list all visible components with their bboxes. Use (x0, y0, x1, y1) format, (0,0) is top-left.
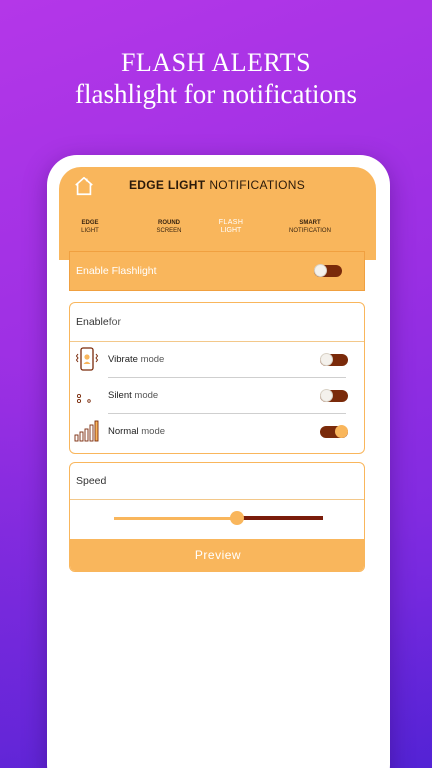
tab-flash-light[interactable]: FLASH LIGHT (216, 219, 246, 235)
vibrate-phone-icon (75, 347, 99, 371)
vibrate-mode-label: Vibrate mode (108, 354, 164, 365)
silent-mode-label: Silent mode (108, 390, 158, 401)
tab-flash-light-line2: LIGHT (220, 227, 242, 234)
app-header: EDGE LIGHT NOTIFICATIONS EDGE LIGHT ROUND… (59, 167, 376, 260)
volume-bars-icon (74, 420, 99, 442)
home-icon[interactable] (73, 175, 95, 197)
normal-mode-suffix: mode (138, 426, 166, 437)
enable-for-title-a: Enable (76, 316, 109, 328)
tab-edge-light-line2: LIGHT (81, 228, 99, 234)
enable-flashlight-row[interactable]: Enable Flashlight (69, 251, 365, 291)
speed-title: Speed (70, 463, 364, 500)
slider-thumb[interactable] (230, 511, 244, 525)
normal-mode-label: Normal mode (108, 426, 165, 437)
tab-smart-notification[interactable]: SMART NOTIFICATION (287, 219, 333, 235)
vibrate-mode-suffix: mode (137, 354, 165, 365)
enable-for-card: Enable for Vibrate mode Silent mode Norm… (69, 302, 365, 454)
toggle-knob (320, 389, 333, 402)
preview-button[interactable]: Preview (70, 539, 364, 571)
tab-flash-light-line1: FLASH (218, 219, 244, 226)
slider-track-filled (114, 517, 237, 520)
tab-round-screen-line1: ROUND (158, 220, 180, 226)
tab-smart-notification-line2: NOTIFICATION (289, 228, 331, 234)
toggle-knob (320, 353, 333, 366)
speed-card: Speed Preview (69, 462, 365, 572)
silent-mode-suffix: mode (131, 390, 159, 401)
silent-icon (76, 393, 91, 404)
silent-mode-name: Silent (108, 390, 132, 401)
tab-bar: EDGE LIGHT ROUND SCREEN FLASH LIGHT SMAR… (59, 219, 376, 249)
phone-frame: EDGE LIGHT NOTIFICATIONS EDGE LIGHT ROUND… (47, 155, 390, 768)
enable-for-title-b: for (108, 316, 121, 328)
app-title-thin: NOTIFICATIONS (209, 178, 306, 192)
promo-title: FLASH ALERTS (120, 48, 312, 77)
promo-headline: FLASH ALERTS flashlight for notification… (0, 48, 432, 110)
enable-flashlight-toggle[interactable] (314, 264, 342, 277)
enable-flashlight-label: Enable Flashlight (76, 265, 157, 277)
normal-mode-row[interactable]: Normal mode (70, 414, 366, 450)
slider-track-remaining (237, 516, 323, 520)
enable-flashlight-label-b: Flashlight (108, 265, 157, 277)
tab-round-screen-line2: SCREEN (156, 228, 182, 234)
tab-edge-light[interactable]: EDGE LIGHT (75, 219, 105, 235)
toggle-knob (335, 425, 348, 438)
enable-flashlight-label-a: Enable (76, 265, 109, 277)
enable-for-title: Enable for (70, 303, 364, 342)
app-title-bold: EDGE LIGHT (129, 178, 206, 192)
vibrate-mode-row[interactable]: Vibrate mode (70, 342, 366, 378)
tab-round-screen[interactable]: ROUND SCREEN (151, 219, 187, 235)
promo-subtitle: flashlight for notifications (75, 79, 357, 109)
speed-slider[interactable] (114, 511, 323, 525)
vibrate-mode-toggle[interactable] (320, 353, 348, 366)
toggle-knob (314, 264, 327, 277)
tab-smart-notification-line1: SMART (299, 220, 321, 226)
app-title: EDGE LIGHT NOTIFICATIONS (129, 178, 305, 192)
tab-edge-light-line1: EDGE (81, 220, 99, 226)
normal-mode-name: Normal (108, 426, 139, 437)
vibrate-mode-name: Vibrate (108, 354, 138, 365)
silent-mode-toggle[interactable] (320, 389, 348, 402)
silent-mode-row[interactable]: Silent mode (70, 378, 366, 414)
normal-mode-toggle[interactable] (320, 425, 348, 438)
